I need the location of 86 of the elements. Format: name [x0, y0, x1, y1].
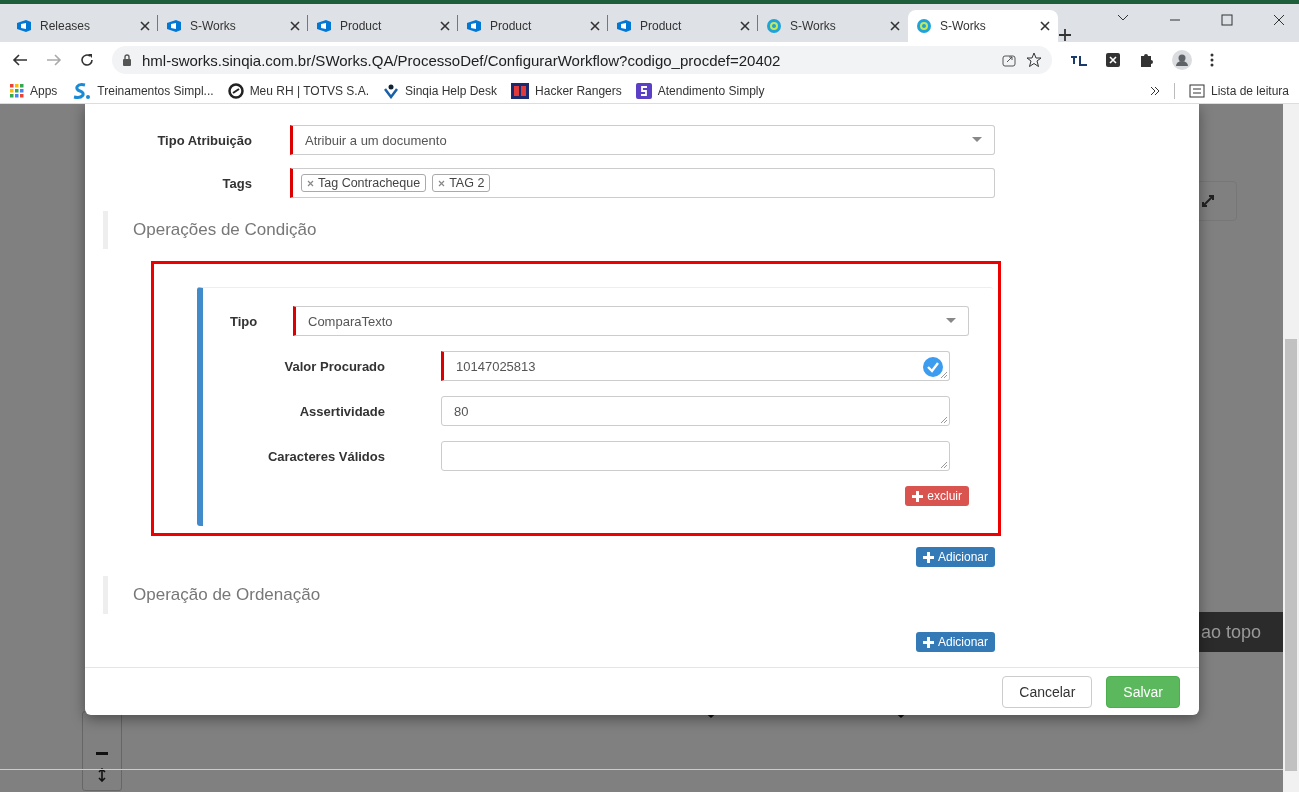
- vertical-arrows-icon[interactable]: [98, 768, 106, 782]
- section-heading: Operações de Condição: [103, 211, 1199, 249]
- back-icon[interactable]: [12, 53, 28, 67]
- add-button[interactable]: Adicionar: [915, 547, 995, 567]
- browser-tab[interactable]: Releases: [8, 10, 158, 42]
- input-field[interactable]: 10147025813: [441, 351, 950, 381]
- resize-grip-icon: [940, 371, 948, 379]
- puzzle-icon[interactable]: [1138, 52, 1154, 68]
- square-logo-icon: [635, 82, 652, 99]
- plus-icon: [922, 636, 934, 648]
- person-icon: [383, 82, 399, 99]
- resize-grip-icon: [940, 461, 948, 469]
- field-label: Assertividade: [298, 403, 385, 419]
- add-button[interactable]: Adicionar: [915, 632, 995, 652]
- extension-icon[interactable]: [1106, 53, 1120, 67]
- bookmark[interactable]: Meu RH | TOTVS S.A.: [227, 82, 369, 99]
- ring-icon: [916, 18, 932, 34]
- field-label: Tags: [221, 175, 252, 191]
- address-bar[interactable]: hml-sworks.sinqia.com.br/SWorks.QA/ProcessoDef/ConfigurarWorkflow?codigo_procdef=20402: [112, 46, 1052, 74]
- select-field[interactable]: Atribuir a um documento: [290, 125, 995, 155]
- circle-icon: [227, 82, 244, 99]
- tag-chip[interactable]: TAG 2: [432, 174, 491, 192]
- s-logo-icon: [71, 81, 92, 100]
- board-icon: [166, 19, 182, 33]
- plus-icon: [912, 490, 924, 502]
- field-label: Caracteres Válidos: [266, 448, 385, 464]
- back-to-top-button[interactable]: ao topo: [1199, 612, 1283, 652]
- remove-icon[interactable]: [438, 179, 446, 187]
- close-icon[interactable]: [890, 21, 900, 31]
- board-icon: [16, 19, 32, 33]
- reload-icon[interactable]: [80, 53, 94, 67]
- caret-icon: [972, 137, 982, 143]
- lock-icon: [122, 54, 132, 66]
- remove-icon[interactable]: [307, 179, 314, 187]
- profile-icon[interactable]: [1172, 50, 1192, 70]
- browser-tab[interactable]: Product: [608, 10, 758, 42]
- maximize-icon[interactable]: [1221, 14, 1233, 26]
- star-icon[interactable]: [1026, 52, 1042, 68]
- browser-tab[interactable]: S-Works: [158, 10, 308, 42]
- ring-icon: [766, 18, 782, 34]
- resize-grip-icon: [940, 416, 948, 424]
- scrollbar[interactable]: [1283, 104, 1299, 792]
- share-icon[interactable]: [1002, 53, 1016, 67]
- square-logo-icon: [511, 82, 530, 99]
- delete-button[interactable]: excluir: [905, 486, 969, 506]
- more-icon[interactable]: [1210, 53, 1214, 67]
- close-icon[interactable]: [440, 21, 450, 31]
- tag-chip[interactable]: Tag Contracheque: [301, 174, 427, 192]
- bookmark[interactable]: Sinqia Help Desk: [383, 82, 498, 99]
- board-icon: [466, 19, 482, 33]
- field-label: Tipo Atribuição: [156, 132, 252, 148]
- caret-icon: [946, 318, 956, 324]
- chevron-icon[interactable]: [1117, 14, 1129, 22]
- cancel-button[interactable]: Cancelar: [1002, 675, 1093, 708]
- plus-icon: [922, 551, 934, 563]
- input-field[interactable]: 80: [441, 396, 950, 426]
- browser-tab[interactable]: Product: [458, 10, 608, 42]
- close-icon[interactable]: [740, 21, 750, 31]
- close-icon[interactable]: [590, 21, 600, 31]
- bookmark[interactable]: Hacker Rangers: [511, 82, 622, 99]
- board-icon: [316, 19, 332, 33]
- field-label: Tipo: [230, 313, 259, 329]
- reading-list-button[interactable]: Lista de leitura: [1188, 83, 1289, 98]
- section-heading: Operação de Ordenação: [103, 576, 1199, 614]
- browser-tab[interactable]: Product: [308, 10, 458, 42]
- check-icon: [923, 357, 943, 377]
- bookmark[interactable]: Atendimento Simply: [635, 82, 765, 99]
- minus-icon[interactable]: [96, 752, 108, 756]
- browser-tab[interactable]: S-Works: [908, 10, 1058, 42]
- apps-grid-icon: [10, 83, 24, 98]
- close-icon[interactable]: [1273, 14, 1285, 26]
- field-label: Valor Procurado: [283, 358, 385, 374]
- close-icon[interactable]: [140, 21, 150, 31]
- expand-icon: [1201, 194, 1215, 208]
- select-field[interactable]: ComparaTexto: [293, 306, 969, 336]
- close-icon[interactable]: [290, 21, 300, 31]
- chevrons-icon[interactable]: [1149, 85, 1160, 96]
- bookmark[interactable]: Treinamentos Simpl...: [71, 81, 214, 100]
- extension-icon[interactable]: [1070, 54, 1088, 66]
- board-icon: [616, 19, 632, 33]
- close-icon[interactable]: [1040, 21, 1050, 31]
- list-icon: [1188, 83, 1205, 98]
- tags-field[interactable]: Tag Contracheque TAG 2: [290, 168, 995, 198]
- plus-icon[interactable]: [1058, 28, 1072, 42]
- browser-tab[interactable]: S-Works: [758, 10, 908, 42]
- bookmark[interactable]: Apps: [10, 83, 58, 98]
